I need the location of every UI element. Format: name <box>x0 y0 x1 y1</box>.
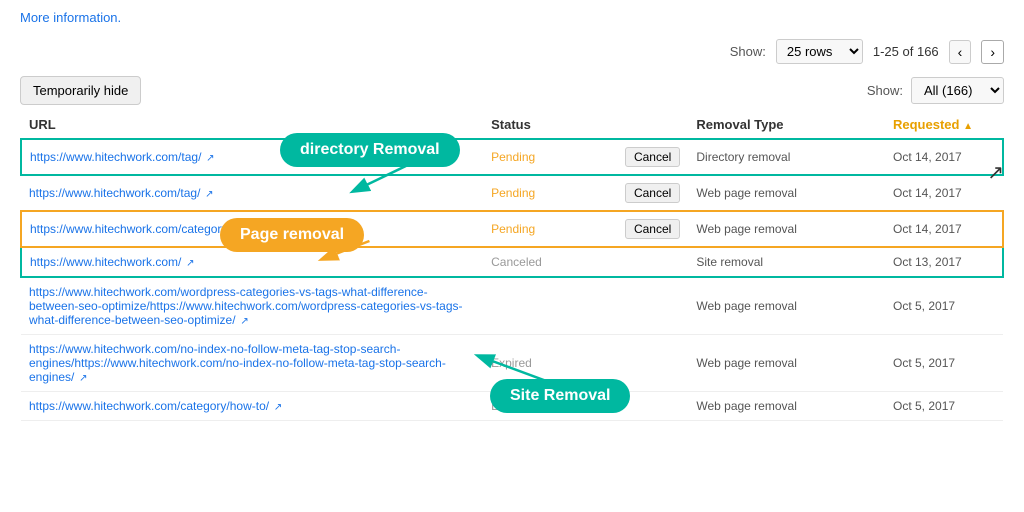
removal-table: URL Status Removal Type Requested ▲ http… <box>20 111 1004 421</box>
status-cell: Canceled <box>483 247 611 277</box>
removal-type-value: Site removal <box>696 255 763 269</box>
table-row: https://www.hitechwork.com/category/how-… <box>21 211 1003 247</box>
date-cell: Oct 5, 2017 <box>885 277 1003 335</box>
url-link[interactable]: https://www.hitechwork.com/tag/ <box>30 150 201 164</box>
removal-type-cell: Web page removal <box>688 175 885 211</box>
cursor-pointer: ↗ <box>987 160 1004 185</box>
url-link[interactable]: https://www.hitechwork.com/tag/ <box>29 186 200 200</box>
site-removal-bubble: Site Removal <box>490 379 630 413</box>
more-info-link[interactable]: More information. <box>0 10 1024 33</box>
date-cell: Oct 14, 2017 <box>885 175 1003 211</box>
table-header-row: URL Status Removal Type Requested ▲ <box>21 111 1003 139</box>
url-link[interactable]: https://www.hitechwork.com/ <box>30 255 181 269</box>
filter-select[interactable]: All (166) Pending Canceled Expired <box>911 77 1004 104</box>
removal-type-value: Web page removal <box>696 186 797 200</box>
removal-type-value: Web page removal <box>696 356 797 370</box>
external-link-icon: ↗ <box>203 153 214 164</box>
cancel-cell: Cancel <box>611 139 688 175</box>
date-cell: Oct 5, 2017 <box>885 335 1003 392</box>
cancel-cell <box>611 277 688 335</box>
date-cell: Oct 14, 2017 <box>885 139 1003 175</box>
date-value: Oct 14, 2017 <box>893 150 962 164</box>
removal-type-cell: Web page removal <box>688 277 885 335</box>
cancel-button[interactable]: Cancel <box>625 147 680 167</box>
date-cell: Oct 14, 2017 <box>885 211 1003 247</box>
show-filter-label: Show: <box>867 83 903 98</box>
url-link[interactable]: https://www.hitechwork.com/category/how-… <box>29 399 269 413</box>
rows-select[interactable]: 25 rows 50 rows 100 rows <box>776 39 863 64</box>
cancel-button[interactable]: Cancel <box>625 219 680 239</box>
removal-type-cell: Web page removal <box>688 211 885 247</box>
show-rows-label: Show: <box>730 44 766 59</box>
table-row: https://www.hitechwork.com/tag/ ↗ Pending… <box>21 175 1003 211</box>
removal-type-cell: Directory removal <box>688 139 885 175</box>
pagination-info: 1-25 of 166 <box>873 44 939 59</box>
removal-type-cell: Site removal <box>688 247 885 277</box>
next-page-button[interactable]: › <box>981 40 1004 64</box>
cancel-cell <box>611 247 688 277</box>
show-filter: Show: All (166) Pending Canceled Expired <box>867 77 1004 104</box>
date-value: Oct 13, 2017 <box>893 255 962 269</box>
date-value: Oct 5, 2017 <box>893 399 955 413</box>
removal-type-cell: Web page removal <box>688 335 885 392</box>
directory-removal-bubble: directory Removal <box>280 133 460 167</box>
removal-type-value: Web page removal <box>696 222 797 236</box>
status-cell <box>483 277 611 335</box>
status-cell: Pending <box>483 139 611 175</box>
date-cell: Oct 13, 2017 <box>885 247 1003 277</box>
page-removal-bubble: Page removal <box>220 218 364 252</box>
date-value: Oct 14, 2017 <box>893 222 962 236</box>
url-cell: https://www.hitechwork.com/tag/ ↗ <box>21 175 483 211</box>
table-row: https://www.hitechwork.com/wordpress-cat… <box>21 277 1003 335</box>
table-row: https://www.hitechwork.com/tag/ ↗ Pending… <box>21 139 1003 175</box>
main-table-container: directory Removal Page removal Site Remo… <box>0 111 1024 421</box>
removal-type-value: Web page removal <box>696 299 797 313</box>
external-link-icon: ↗ <box>238 316 249 327</box>
col-removal-type: Removal Type <box>688 111 885 139</box>
date-cell: Oct 5, 2017 <box>885 392 1003 421</box>
status-expired: Expired <box>491 356 532 370</box>
date-value: Oct 5, 2017 <box>893 299 955 313</box>
removal-type-value: Directory removal <box>696 150 790 164</box>
temp-hide-button[interactable]: Temporarily hide <box>20 76 141 105</box>
url-link[interactable]: https://www.hitechwork.com/no-index-no-f… <box>29 342 446 384</box>
col-requested: Requested ▲ <box>885 111 1003 139</box>
url-cell: https://www.hitechwork.com/no-index-no-f… <box>21 335 483 392</box>
col-cancel <box>611 111 688 139</box>
table-row: https://www.hitechwork.com/ ↗ Canceled Sit… <box>21 247 1003 277</box>
status-pending: Pending <box>491 222 535 236</box>
external-link-icon: ↗ <box>76 373 87 384</box>
url-cell: https://www.hitechwork.com/category/how-… <box>21 392 483 421</box>
prev-page-button[interactable]: ‹ <box>949 40 972 64</box>
date-value: Oct 14, 2017 <box>893 186 962 200</box>
date-value: Oct 5, 2017 <box>893 356 955 370</box>
removal-type-cell: Web page removal <box>688 392 885 421</box>
status-pending: Pending <box>491 186 535 200</box>
external-link-icon: ↗ <box>183 258 194 269</box>
cancel-cell: Cancel <box>611 211 688 247</box>
removal-type-value: Web page removal <box>696 399 797 413</box>
cancel-cell: Cancel <box>611 175 688 211</box>
col-status: Status <box>483 111 611 139</box>
cancel-button[interactable]: Cancel <box>625 183 680 203</box>
toolbar: Temporarily hide Show: All (166) Pending… <box>0 70 1024 111</box>
status-canceled: Canceled <box>491 255 542 269</box>
status-cell: Pending <box>483 211 611 247</box>
status-cell: Pending <box>483 175 611 211</box>
top-pagination-bar: Show: 25 rows 50 rows 100 rows 1-25 of 1… <box>0 33 1024 70</box>
status-pending: Pending <box>491 150 535 164</box>
external-link-icon: ↗ <box>271 402 282 413</box>
sort-asc-icon: ▲ <box>963 121 973 132</box>
external-link-icon: ↗ <box>202 189 213 200</box>
url-cell: https://www.hitechwork.com/wordpress-cat… <box>21 277 483 335</box>
